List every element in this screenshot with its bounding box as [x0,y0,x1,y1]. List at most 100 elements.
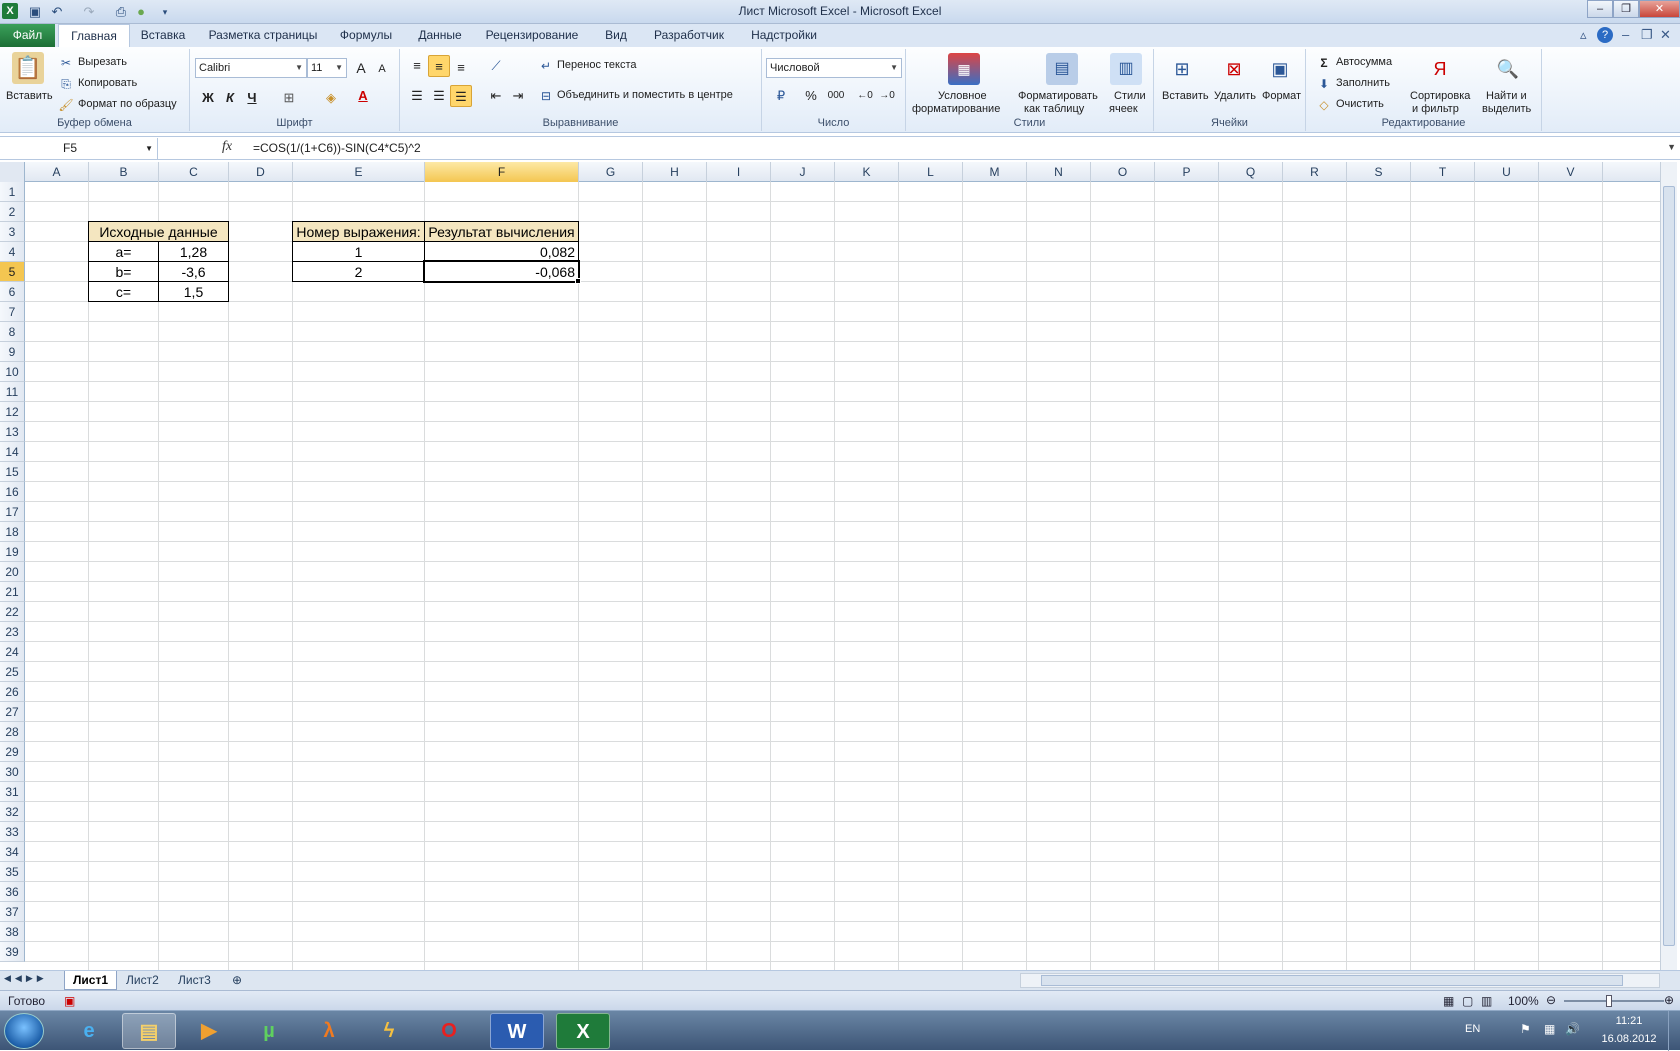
percent-button[interactable]: % [800,85,822,107]
row-header-15[interactable]: 15 [0,462,25,482]
row-header-9[interactable]: 9 [0,342,25,362]
delete-cells-icon[interactable]: ⊠ [1218,53,1250,85]
bold-button[interactable]: Ж [197,87,219,109]
winamp-icon[interactable]: ϟ [362,1013,416,1049]
sheet-nav-arrows-icon[interactable]: ◀◀▶▶ [4,973,48,984]
column-header-o[interactable]: O [1091,162,1155,182]
find-select-line1[interactable]: Найти и [1486,90,1527,102]
insert-sheet-icon[interactable]: ⊕ [224,971,250,990]
row-header-6[interactable]: 6 [0,282,25,302]
zoom-level[interactable]: 100% [1508,994,1539,1008]
row-header-7[interactable]: 7 [0,302,25,322]
column-header-b[interactable]: B [89,162,159,182]
half-life-icon[interactable]: λ [302,1013,356,1049]
explorer-icon[interactable]: ▤ [122,1013,176,1049]
align-left-icon[interactable]: ☰ [406,85,428,107]
copy-icon[interactable]: ⎘ [58,76,74,92]
merge-center-button[interactable]: Объединить и поместить в центре [557,89,733,101]
tab-developer[interactable]: Разработчик [648,24,730,47]
row-header-24[interactable]: 24 [0,642,25,662]
font-size-select[interactable]: 11 ▼ [307,58,347,78]
sheet-tab-1[interactable]: Лист1 [64,971,118,990]
orientation-icon[interactable]: ⟋ [485,55,507,77]
font-color-button[interactable]: A [352,85,374,107]
show-desktop-button[interactable] [1668,1011,1680,1051]
worksheet-grid[interactable]: ABCDEFGHIJKLMNOPQRSTUV 1 2 3 4 5 6 7 8 9 10 11 12 13… [0,162,1660,970]
fill-icon[interactable]: ⬇ [1316,76,1332,92]
column-header-i[interactable]: I [707,162,771,182]
zoom-out-icon[interactable]: ⊖ [1546,993,1556,1007]
column-header-n[interactable]: N [1027,162,1091,182]
column-header-p[interactable]: P [1155,162,1219,182]
paste-icon[interactable]: 📋 [12,52,44,84]
borders-icon[interactable]: ⊞ [278,87,300,109]
tab-view[interactable]: Вид [595,24,637,47]
grow-font-button[interactable]: A [350,57,372,79]
insert-function-icon[interactable]: fx [222,139,232,155]
insert-cells-icon[interactable]: ⊞ [1166,53,1198,85]
delete-cells-button[interactable]: Удалить [1214,90,1256,102]
tab-addins[interactable]: Надстройки [742,24,826,47]
row-header-19[interactable]: 19 [0,542,25,562]
row-header-39[interactable]: 39 [0,942,25,962]
format-as-table-line1[interactable]: Форматировать [1018,90,1098,102]
row-header-32[interactable]: 32 [0,802,25,822]
find-select-icon[interactable]: 🔍 [1492,53,1524,85]
macro-record-icon[interactable]: ▣ [64,994,75,1008]
scroll-thumb[interactable] [1663,186,1675,946]
media-player-icon[interactable]: ▶ [182,1013,236,1049]
cell-e5[interactable]: 2 [292,261,425,282]
conditional-format-line2[interactable]: форматирование [912,103,1000,115]
insert-cells-button[interactable]: Вставить [1162,90,1209,102]
tab-review[interactable]: Рецензирование [482,24,582,47]
autosum-icon[interactable]: Σ [1316,55,1332,71]
vertical-scrollbar[interactable] [1660,162,1677,970]
row-header-33[interactable]: 33 [0,822,25,842]
column-header-j[interactable]: J [771,162,835,182]
row-header-14[interactable]: 14 [0,442,25,462]
cell-styles-line1[interactable]: Стили [1114,90,1146,102]
sheet-tab-3[interactable]: Лист3 [170,971,219,990]
paste-button[interactable]: Вставить [6,90,53,102]
row-header-1[interactable]: 1 [0,182,25,202]
format-painter-button[interactable]: Формат по образцу [78,98,177,110]
column-header-q[interactable]: Q [1219,162,1283,182]
tab-home[interactable]: Главная [58,24,130,48]
format-cells-button[interactable]: Формат [1262,90,1301,102]
name-box[interactable]: F5 ▼ [1,138,158,159]
row-header-27[interactable]: 27 [0,702,25,722]
cut-icon[interactable]: ✂ [58,55,74,71]
tab-formulas[interactable]: Формулы [334,24,398,47]
horizontal-scrollbar[interactable] [1020,973,1660,988]
restore-button[interactable]: ❐ [1613,0,1639,18]
row-header-12[interactable]: 12 [0,402,25,422]
fill-handle[interactable] [575,278,581,284]
help-icon[interactable]: ? [1597,27,1613,43]
wrap-text-icon[interactable]: ↵ [538,58,554,74]
doc-minimize-icon[interactable]: – [1622,27,1629,42]
cell-c4[interactable]: 1,28 [158,241,229,262]
decrease-indent-icon[interactable]: ⇤ [485,85,507,107]
zoom-slider-handle[interactable] [1606,995,1612,1007]
row-header-8[interactable]: 8 [0,322,25,342]
align-middle-icon[interactable]: ≡ [428,55,450,77]
row-header-4[interactable]: 4 [0,242,25,262]
sort-filter-icon[interactable]: Я [1424,53,1456,85]
cell-b6[interactable]: c= [88,281,159,302]
excel-icon[interactable]: X [556,1013,610,1049]
conditional-format-icon[interactable]: ▦ [948,53,980,85]
flag-icon[interactable]: ⚑ [1520,1022,1531,1036]
row-header-21[interactable]: 21 [0,582,25,602]
column-header-c[interactable]: C [159,162,229,182]
align-top-icon[interactable]: ≡ [406,55,428,77]
minimize-ribbon-icon[interactable]: ▵ [1580,27,1587,43]
conditional-format-line1[interactable]: Условное [938,90,987,102]
doc-restore-icon[interactable]: ❐ [1641,27,1653,43]
row-header-28[interactable]: 28 [0,722,25,742]
row-header-34[interactable]: 34 [0,842,25,862]
cell-c5[interactable]: -3,6 [158,261,229,282]
clock-date[interactable]: 16.08.2012 [1599,1033,1659,1045]
tab-data[interactable]: Данные [410,24,470,47]
increase-decimal-icon[interactable]: ←0 [854,85,876,107]
utorrent-icon[interactable]: µ [242,1013,296,1049]
